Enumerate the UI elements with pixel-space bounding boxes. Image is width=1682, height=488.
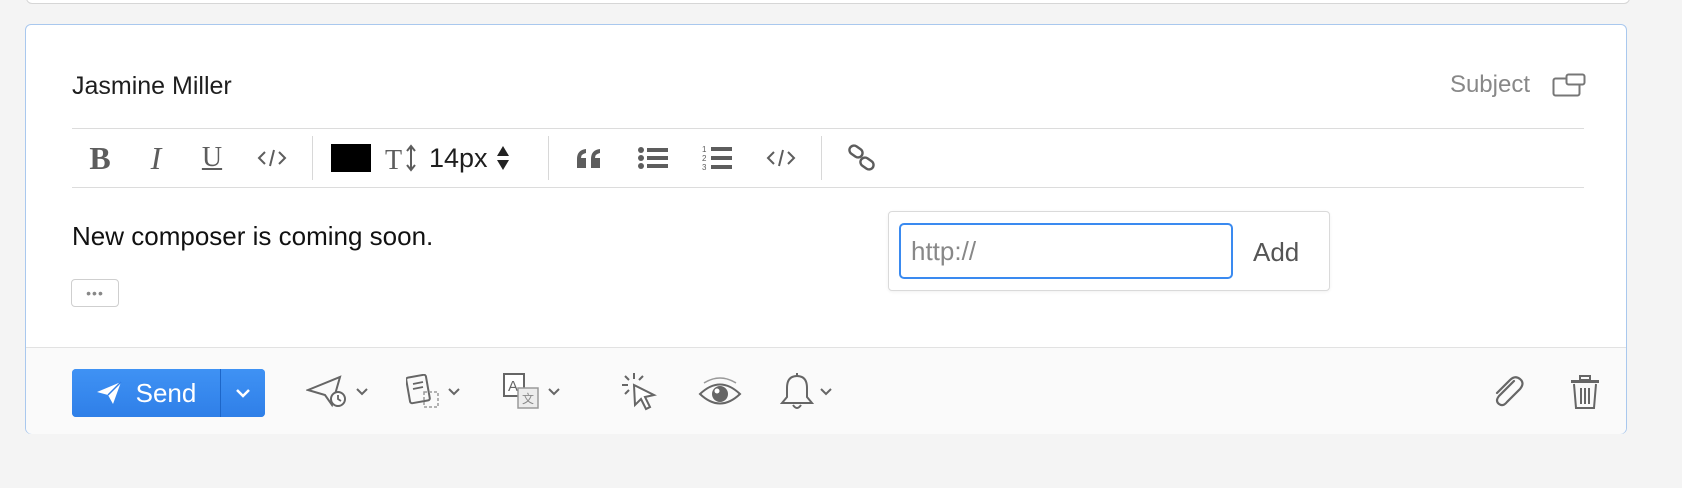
send-button[interactable]: Send — [72, 369, 220, 417]
composer-footer: Send A 文 — [26, 347, 1626, 434]
font-size-stepper[interactable] — [496, 145, 510, 171]
bell-icon — [780, 373, 814, 409]
chevron-down-icon — [236, 389, 250, 398]
svg-text:T: T — [385, 145, 402, 173]
send-options-dropdown[interactable] — [220, 369, 265, 417]
chevron-down-icon — [548, 388, 560, 396]
quote-button[interactable] — [557, 129, 621, 187]
delete-button[interactable] — [1570, 368, 1600, 416]
inline-code-button[interactable] — [240, 129, 304, 187]
eye-icon — [698, 377, 742, 405]
subject-toggle[interactable]: Subject — [1450, 71, 1530, 99]
link-tracking-button[interactable] — [620, 368, 660, 416]
popout-icon[interactable] — [1552, 73, 1586, 97]
show-trimmed-content-button[interactable]: ••• — [71, 279, 119, 307]
svg-text:1: 1 — [702, 145, 707, 154]
chevron-down-icon — [448, 388, 460, 396]
chevron-down-icon — [356, 388, 368, 396]
toolbar-divider — [312, 136, 313, 180]
chevron-down-icon — [820, 388, 832, 396]
message-body[interactable]: New composer is coming soon. — [72, 221, 433, 252]
stepper-arrows-icon — [496, 146, 509, 170]
code-block-button[interactable] — [749, 129, 813, 187]
bulleted-list-icon — [637, 147, 668, 169]
text-size-button[interactable]: T — [381, 129, 421, 187]
templates-button[interactable] — [406, 368, 460, 416]
svg-text:A: A — [508, 378, 518, 395]
click-tracking-icon — [622, 373, 657, 411]
paperclip-icon — [1495, 376, 1524, 407]
svg-text:文: 文 — [522, 391, 534, 406]
email-composer: Jasmine Miller Subject B I U T 14px 1 2 … — [25, 24, 1627, 434]
previous-message-card — [26, 0, 1630, 4]
italic-button[interactable]: I — [128, 129, 184, 187]
code-icon — [257, 149, 287, 167]
template-icon — [406, 374, 439, 408]
link-url-input[interactable] — [899, 223, 1233, 279]
translate-icon: A 文 — [503, 373, 539, 409]
reminder-button[interactable] — [780, 368, 832, 416]
svg-text:2: 2 — [702, 154, 707, 163]
paper-plane-icon — [96, 381, 122, 404]
translate-button[interactable]: A 文 — [502, 368, 560, 416]
font-size-value[interactable]: 14px — [429, 143, 488, 174]
bulleted-list-button[interactable] — [621, 129, 685, 187]
numbered-list-button[interactable]: 1 2 3 — [685, 129, 749, 187]
send-later-icon — [306, 375, 346, 408]
bold-button[interactable]: B — [72, 129, 128, 187]
numbered-list-icon: 1 2 3 — [702, 145, 732, 172]
link-popup: Add — [888, 211, 1330, 291]
code-block-icon — [766, 149, 795, 167]
send-label: Send — [135, 377, 197, 408]
link-icon — [847, 144, 875, 171]
quote-icon — [576, 149, 600, 168]
svg-text:3: 3 — [702, 163, 707, 172]
formatting-toolbar: B I U T 14px 1 2 3 — [72, 128, 1584, 188]
text-size-icon: T — [385, 144, 416, 173]
send-later-button[interactable] — [306, 368, 368, 416]
toolbar-divider — [820, 136, 822, 180]
trash-icon — [1571, 375, 1599, 409]
text-color-swatch[interactable] — [331, 144, 371, 172]
read-receipt-button[interactable] — [698, 368, 742, 416]
recipient-name[interactable]: Jasmine Miller — [72, 72, 232, 101]
underline-button[interactable]: U — [184, 129, 240, 187]
add-link-button[interactable]: Add — [1253, 212, 1299, 292]
send-button-group: Send — [72, 369, 265, 417]
subject-area: Subject — [1450, 71, 1586, 99]
insert-link-button[interactable] — [830, 129, 894, 187]
toolbar-divider — [547, 136, 549, 180]
attach-button[interactable] — [1490, 368, 1526, 416]
